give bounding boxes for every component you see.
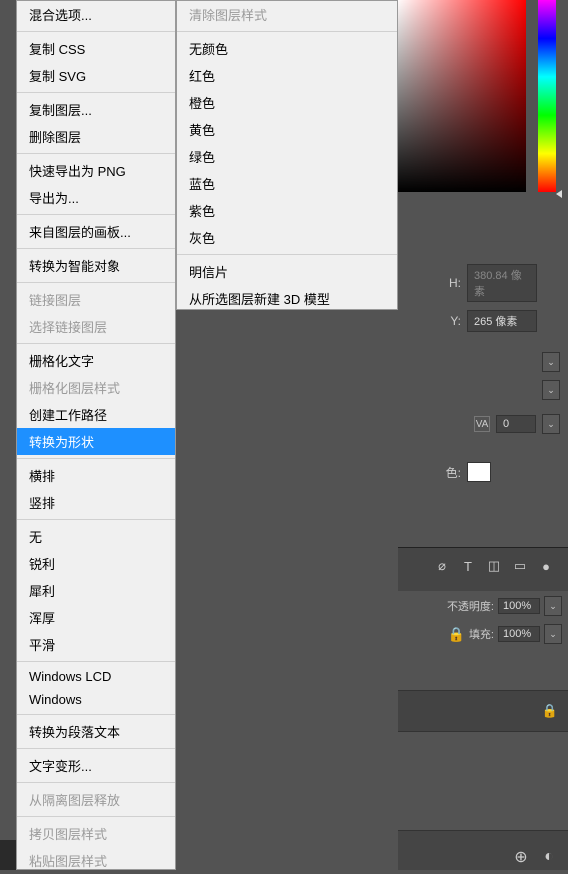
menu-item: 栅格化图层样式 [17, 374, 175, 401]
menu-item[interactable]: 明信片 [177, 258, 397, 285]
menu-item[interactable]: 转换为形状 [17, 428, 175, 455]
menu-item[interactable]: 转换为段落文本 [17, 718, 175, 745]
menu-item: 清除图层样式 [177, 1, 397, 28]
link-icon[interactable]: ⌀ [434, 558, 450, 574]
menu-separator [17, 782, 175, 783]
menu-separator [17, 748, 175, 749]
y-input[interactable]: 265 像素 [467, 310, 537, 332]
opacity-input[interactable]: 100% [498, 598, 540, 614]
menu-item: 拷贝图层样式 [17, 820, 175, 847]
menu-item[interactable]: 灰色 [177, 224, 397, 251]
va-input[interactable]: 0 [496, 415, 536, 433]
menu-item[interactable]: 导出为... [17, 184, 175, 211]
menu-separator [17, 519, 175, 520]
menu-item: 选择链接图层 [17, 313, 175, 340]
mask-add-icon[interactable]: ◐ [540, 848, 558, 866]
color-field[interactable] [396, 0, 526, 192]
crop-icon[interactable]: ◫ [486, 558, 502, 574]
lock-icon[interactable]: 🔒 [448, 626, 465, 643]
fill-label: 填充: [469, 626, 494, 642]
menu-item[interactable]: 快速导出为 PNG [17, 157, 175, 184]
menu-item[interactable]: 红色 [177, 62, 397, 89]
type-icon[interactable]: T [460, 558, 476, 574]
menu-item[interactable]: 创建工作路径 [17, 401, 175, 428]
menu-item[interactable]: 文字变形... [17, 752, 175, 779]
menu-item[interactable]: 复制 CSS [17, 35, 175, 62]
menu-item: 链接图层 [17, 286, 175, 313]
menu-item[interactable]: 来自图层的画板... [17, 218, 175, 245]
menu-item[interactable]: Windows [17, 688, 175, 711]
fill-input[interactable]: 100% [498, 626, 540, 642]
layers-footer-bar: ⊕ ◐ [398, 830, 568, 870]
menu-separator [17, 343, 175, 344]
opacity-label: 不透明度: [447, 598, 494, 614]
menu-item[interactable]: 删除图层 [17, 123, 175, 150]
menu-item[interactable]: 绿色 [177, 143, 397, 170]
hue-slider[interactable] [538, 0, 556, 192]
layers-panel: 不透明度: 100% ⌄ 🔒 填充: 100% ⌄ [398, 592, 568, 648]
menu-item[interactable]: Windows LCD [17, 665, 175, 688]
menu-item[interactable]: 黄色 [177, 116, 397, 143]
menu-separator [17, 248, 175, 249]
menu-item[interactable]: 无颜色 [177, 35, 397, 62]
menu-item[interactable]: 复制图层... [17, 96, 175, 123]
va-dropdown[interactable]: ⌄ [542, 414, 560, 434]
color-swatch[interactable] [467, 462, 491, 482]
layer-row[interactable]: 🔒 [398, 690, 568, 732]
menu-separator [17, 31, 175, 32]
menu-separator [17, 282, 175, 283]
menu-separator [17, 714, 175, 715]
menu-item[interactable]: 紫色 [177, 197, 397, 224]
menu-separator [177, 254, 397, 255]
properties-panel: H: 380.84 像素 Y: 265 像素 ⌄ ⌄ VA 0 ⌄ 色: [398, 200, 568, 486]
menu-item[interactable]: 混合选项... [17, 1, 175, 28]
layer-lock-icon[interactable]: 🔒 [542, 703, 558, 719]
menu-item[interactable]: 栅格化文字 [17, 347, 175, 374]
menu-item[interactable]: 转换为智能对象 [17, 252, 175, 279]
menu-item[interactable]: 平滑 [17, 631, 175, 658]
color-picker[interactable] [396, 0, 556, 195]
menu-item[interactable]: 犀利 [17, 577, 175, 604]
height-input[interactable]: 380.84 像素 [467, 264, 537, 302]
menu-separator [17, 816, 175, 817]
menu-item[interactable]: 橙色 [177, 89, 397, 116]
mask-icon[interactable]: ▭ [512, 558, 528, 574]
context-menu-left: 混合选项... 复制 CSS复制 SVG 复制图层...删除图层快速导出为 PNG导… [16, 0, 176, 870]
menu-item[interactable]: 锐利 [17, 550, 175, 577]
menu-separator [17, 214, 175, 215]
menu-separator [17, 153, 175, 154]
layers-panel-header: ⌀ T ◫ ▭ ● [398, 547, 568, 591]
menu-item[interactable]: 从所选图层新建 3D 模型 [177, 285, 397, 312]
menu-item[interactable]: 竖排 [17, 489, 175, 516]
menu-item[interactable]: 横排 [17, 462, 175, 489]
dark-strip [0, 840, 16, 870]
menu-item[interactable]: 浑厚 [17, 604, 175, 631]
fill-dropdown[interactable]: ⌄ [544, 624, 562, 644]
menu-separator [177, 31, 397, 32]
color-label: 色: [406, 464, 461, 481]
menu-separator [17, 661, 175, 662]
height-label: H: [406, 276, 461, 290]
hue-indicator-icon [556, 190, 562, 198]
layer-list: 🔒 [398, 690, 568, 732]
menu-separator [17, 92, 175, 93]
menu-item[interactable]: 无 [17, 523, 175, 550]
dropdown-2[interactable]: ⌄ [542, 380, 560, 400]
menu-item[interactable]: 复制 SVG [17, 62, 175, 89]
va-icon: VA [474, 416, 490, 432]
opacity-dropdown[interactable]: ⌄ [544, 596, 562, 616]
menu-item: 从隔离图层释放 [17, 786, 175, 813]
dot-icon[interactable]: ● [538, 558, 554, 574]
context-menu-right: 清除图层样式无颜色红色橙色黄色绿色蓝色紫色灰色明信片从所选图层新建 3D 模型 [176, 0, 398, 310]
menu-item[interactable]: 蓝色 [177, 170, 397, 197]
y-label: Y: [406, 314, 461, 328]
dropdown-1[interactable]: ⌄ [542, 352, 560, 372]
menu-separator [17, 458, 175, 459]
fx-icon[interactable]: ⊕ [512, 848, 530, 866]
